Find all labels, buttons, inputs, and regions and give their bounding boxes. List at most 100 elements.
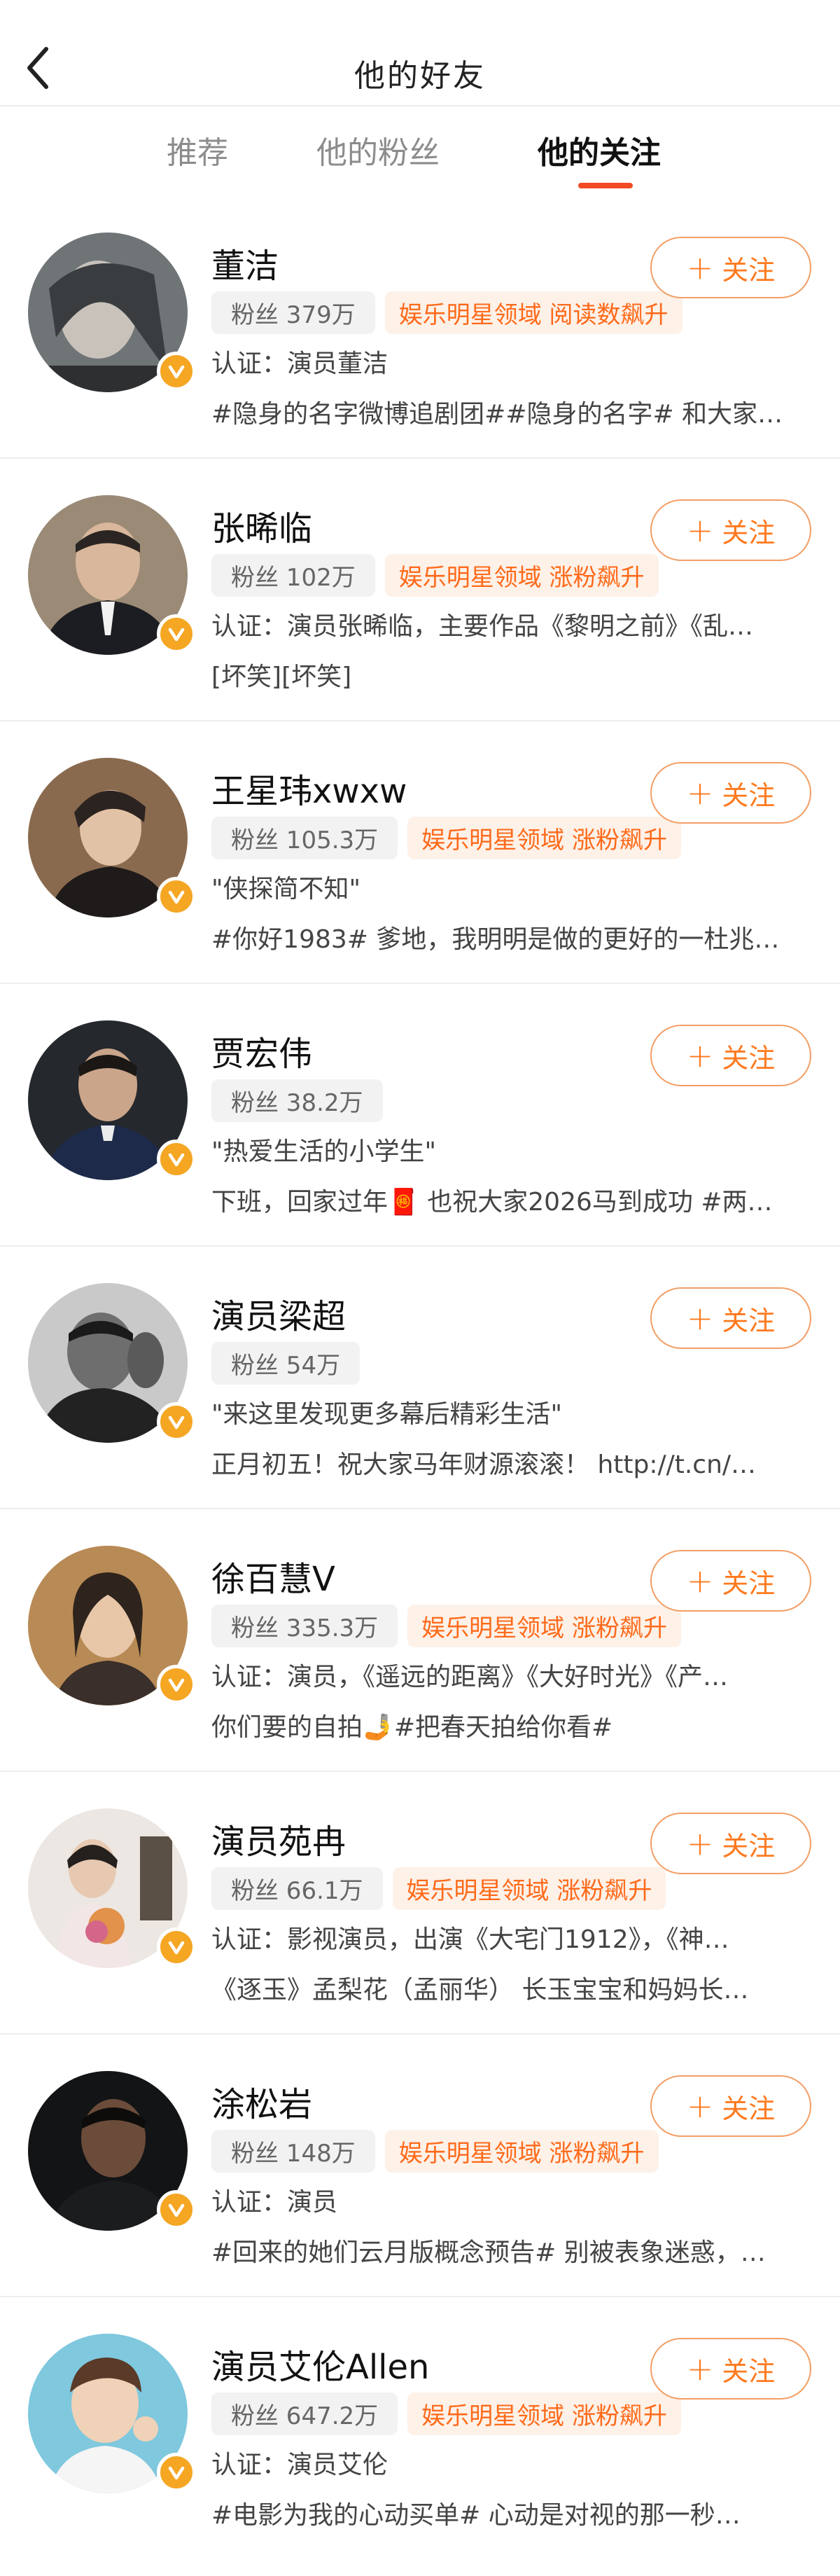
- follow-button[interactable]: + 关注: [650, 2075, 811, 2137]
- user-name[interactable]: 董洁: [211, 238, 279, 287]
- list-item[interactable]: 演员苑冉 粉丝 66.1万 娱乐明星领域 涨粉飙升 认证：影视演员，出演《大宅门…: [0, 1772, 840, 2035]
- active-tab-indicator: [578, 183, 633, 188]
- tab-following[interactable]: 他的关注: [538, 127, 661, 172]
- badge-row: 粉丝 105.3万 娱乐明星领域 涨粉飙升: [211, 817, 681, 859]
- trending-badge: 娱乐明星领域 涨粉飙升: [384, 554, 659, 597]
- tab-followers[interactable]: 他的粉丝: [316, 127, 440, 172]
- follow-label: 关注: [722, 254, 776, 286]
- verified-icon: [157, 1665, 196, 1704]
- badge-row: 粉丝 379万 娱乐明星领域 阅读数飙升: [211, 291, 682, 334]
- verified-icon: [157, 2453, 196, 2492]
- plus-icon: +: [686, 1299, 714, 1337]
- top-bar: 他的好友: [0, 0, 840, 106]
- verified-icon: [157, 877, 196, 916]
- latest-post-text[interactable]: #回来的她们云月版概念预告# 别被表象迷惑，…: [211, 2232, 810, 2269]
- list-item[interactable]: 涂松岩 粉丝 148万 娱乐明星领域 涨粉飙升 认证：演员 #回来的她们云月版概…: [0, 2035, 840, 2297]
- plus-icon: +: [686, 1037, 714, 1074]
- latest-post-text[interactable]: [坏笑][坏笑]: [211, 656, 810, 693]
- follow-label: 关注: [722, 1305, 776, 1336]
- follow-button[interactable]: + 关注: [650, 1287, 811, 1349]
- follow-label: 关注: [722, 2093, 776, 2124]
- fans-count-badge: 粉丝 148万: [211, 2130, 375, 2173]
- plus-icon: +: [686, 774, 714, 812]
- tab-bar: 推荐 他的粉丝 他的关注: [0, 106, 840, 198]
- follow-label: 关注: [722, 1567, 776, 1599]
- latest-post-text[interactable]: 下班，回家过年🧧 也祝大家2026马到成功 #两…: [211, 1182, 810, 1218]
- user-name[interactable]: 王星玮xwxw: [211, 763, 407, 812]
- user-name[interactable]: 徐百慧V: [211, 1551, 335, 1600]
- follow-button[interactable]: + 关注: [650, 1025, 811, 1086]
- verification-text: 认证：演员张晞临，主要作品《黎明之前》《乱…: [211, 612, 754, 641]
- follow-label: 关注: [722, 517, 776, 548]
- verification-text: 认证：演员艾伦: [211, 2451, 388, 2479]
- list-item[interactable]: 演员艾伦Allen 粉丝 647.2万 娱乐明星领域 涨粉飙升 认证：演员艾伦 …: [0, 2297, 840, 2560]
- following-list: 董洁 粉丝 379万 娱乐明星领域 阅读数飙升 认证：演员董洁 #隐身的名字微博…: [0, 196, 840, 2560]
- list-item[interactable]: 董洁 粉丝 379万 娱乐明星领域 阅读数飙升 认证：演员董洁 #隐身的名字微博…: [0, 196, 840, 459]
- tab-recommended[interactable]: 推荐: [167, 127, 228, 172]
- verified-icon: [157, 1927, 196, 1967]
- latest-post-text[interactable]: #你好1983# 爹地，我明明是做的更好的一杜兆…: [211, 919, 810, 955]
- follow-label: 关注: [722, 780, 776, 811]
- follow-label: 关注: [722, 2355, 776, 2387]
- verified-icon: [157, 1140, 196, 1179]
- user-name[interactable]: 演员梁超: [211, 1289, 346, 1338]
- verification-text: 认证：演员: [211, 2188, 338, 2217]
- fans-count-badge: 粉丝 647.2万: [211, 2393, 398, 2435]
- user-name[interactable]: 涂松岩: [211, 2077, 312, 2126]
- user-name[interactable]: 演员苑冉: [211, 1814, 346, 1863]
- fans-count-badge: 粉丝 102万: [211, 554, 375, 597]
- latest-post-text[interactable]: #隐身的名字微博追剧团##隐身的名字# 和大家…: [211, 394, 810, 430]
- list-item[interactable]: 贾宏伟 粉丝 38.2万 "热爱生活的小学生" 下班，回家过年🧧 也祝大家202…: [0, 984, 840, 1247]
- follow-button[interactable]: + 关注: [650, 1550, 811, 1612]
- trending-badge: 娱乐明星领域 涨粉飙升: [384, 2130, 659, 2173]
- list-item[interactable]: 张晞临 粉丝 102万 娱乐明星领域 涨粉飙升 认证：演员张晞临，主要作品《黎明…: [0, 459, 840, 721]
- trending-badge: 娱乐明星领域 涨粉飙升: [407, 817, 681, 859]
- badge-row: 粉丝 335.3万 娱乐明星领域 涨粉飙升: [211, 1605, 681, 1647]
- plus-icon: +: [686, 1562, 714, 1600]
- plus-icon: +: [686, 2087, 714, 2125]
- follow-button[interactable]: + 关注: [650, 1813, 811, 1874]
- follow-button[interactable]: + 关注: [650, 237, 811, 298]
- verified-icon: [157, 2190, 196, 2229]
- verified-icon: [157, 614, 196, 653]
- list-item[interactable]: 演员梁超 粉丝 54万 "来这里发现更多幕后精彩生活" 正月初五！祝大家马年财源…: [0, 1247, 840, 1509]
- bio-text: "侠探简不知": [211, 875, 361, 903]
- fans-count-badge: 粉丝 38.2万: [211, 1079, 383, 1122]
- user-name[interactable]: 贾宏伟: [211, 1026, 312, 1075]
- badge-row: 粉丝 102万 娱乐明星领域 涨粉飙升: [211, 554, 659, 597]
- fans-count-badge: 粉丝 66.1万: [211, 1867, 383, 1910]
- latest-post-text[interactable]: 正月初五！祝大家马年财源滚滚！ http://t.cn/…: [211, 1444, 810, 1481]
- plus-icon: +: [686, 2350, 714, 2388]
- follow-button[interactable]: + 关注: [650, 499, 811, 561]
- badge-row: 粉丝 54万: [211, 1342, 360, 1385]
- plus-icon: +: [686, 511, 714, 549]
- user-name[interactable]: 演员艾伦Allen: [211, 2339, 429, 2388]
- trending-badge: 娱乐明星领域 涨粉飙升: [407, 2393, 681, 2435]
- follow-label: 关注: [722, 1830, 776, 1862]
- page-title: 他的好友: [354, 58, 486, 94]
- trending-badge: 娱乐明星领域 涨粉飙升: [407, 1605, 681, 1647]
- fans-count-badge: 粉丝 379万: [211, 291, 375, 334]
- plus-icon: +: [686, 1824, 714, 1862]
- badge-row: 粉丝 66.1万 娱乐明星领域 涨粉飙升: [211, 1867, 666, 1910]
- bio-text: "热爱生活的小学生": [211, 1137, 437, 1166]
- latest-post-text[interactable]: 你们要的自拍🤳#把春天拍给你看#: [211, 1707, 810, 1743]
- follow-button[interactable]: + 关注: [650, 762, 811, 824]
- badge-row: 粉丝 148万 娱乐明星领域 涨粉飙升: [211, 2130, 659, 2173]
- follow-label: 关注: [722, 1042, 776, 1074]
- follow-button[interactable]: + 关注: [650, 2338, 811, 2400]
- badge-row: 粉丝 38.2万: [211, 1079, 383, 1122]
- verification-text: 认证：影视演员，出演《大宅门1912》，《神…: [211, 1925, 729, 1954]
- trending-badge: 娱乐明星领域 阅读数飙升: [384, 291, 682, 334]
- latest-post-text[interactable]: #电影为我的心动买单# 心动是对视的那一秒…: [211, 2495, 810, 2531]
- list-item[interactable]: 王星玮xwxw 粉丝 105.3万 娱乐明星领域 涨粉飙升 "侠探简不知" #你…: [0, 721, 840, 984]
- verification-text: 认证：演员董洁: [211, 349, 388, 378]
- fans-count-badge: 粉丝 105.3万: [211, 817, 398, 859]
- verified-icon: [157, 352, 196, 391]
- latest-post-text[interactable]: 《逐玉》孟梨花（孟丽华） 长玉宝宝和妈妈长…: [211, 1969, 810, 2006]
- list-item[interactable]: 徐百慧V 粉丝 335.3万 娱乐明星领域 涨粉飙升 认证：演员，《遥远的距离》…: [0, 1509, 840, 1772]
- verified-icon: [157, 1402, 196, 1441]
- verification-text: 认证：演员，《遥远的距离》《大好时光》《产…: [211, 1663, 729, 1691]
- fans-count-badge: 粉丝 54万: [211, 1342, 360, 1385]
- user-name[interactable]: 张晞临: [211, 501, 312, 550]
